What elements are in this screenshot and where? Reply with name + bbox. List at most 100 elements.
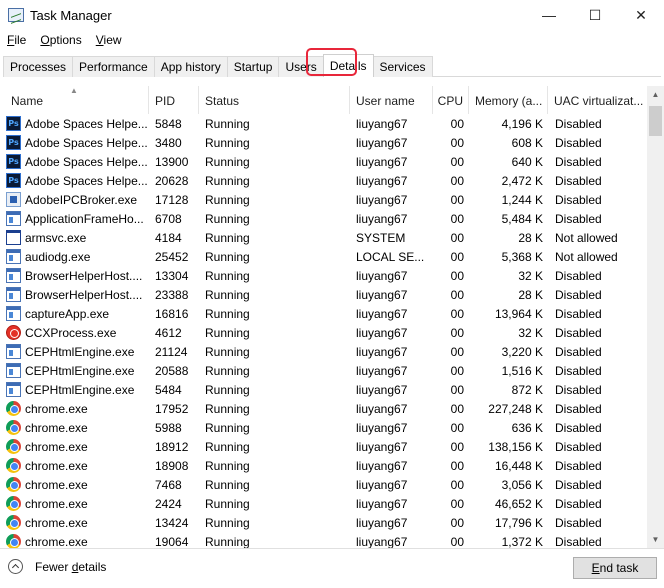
table-row[interactable]: chrome.exe 13424 Running liuyang67 00 17,796 … bbox=[3, 513, 647, 532]
minimize-button[interactable]: — bbox=[526, 0, 572, 30]
menu-file[interactable]: File bbox=[0, 31, 33, 51]
process-status: Running bbox=[205, 250, 250, 264]
process-pid: 13304 bbox=[155, 269, 189, 283]
column-header-memory[interactable]: Memory (a... bbox=[469, 86, 548, 114]
table-row[interactable]: chrome.exe 18912 Running liuyang67 00 138,156… bbox=[3, 437, 647, 456]
process-memory: 2,472 K bbox=[501, 174, 543, 188]
table-row[interactable]: CCXProcess.exe 4612 Running liuyang67 00 32 K… bbox=[3, 323, 647, 342]
process-status: Running bbox=[205, 193, 250, 207]
table-row[interactable]: chrome.exe 17952 Running liuyang67 00 227,248… bbox=[3, 399, 647, 418]
scrollbar-thumb[interactable] bbox=[649, 106, 662, 136]
process-pid: 3480 bbox=[155, 136, 182, 150]
close-button[interactable]: ✕ bbox=[618, 0, 664, 30]
process-status: Running bbox=[205, 516, 250, 530]
tab-services[interactable]: Services bbox=[372, 56, 433, 77]
table-row[interactable]: CEPHtmlEngine.exe 21124 Running liuyang67 00… bbox=[3, 342, 647, 361]
table-row[interactable]: BrowserHelperHost.... 23388 Running liuyang… bbox=[3, 285, 647, 304]
table-row[interactable]: audiodg.exe 25452 Running LOCAL SE... 00 5,36… bbox=[3, 247, 647, 266]
process-user: liuyang67 bbox=[356, 174, 408, 188]
table-row[interactable]: armsvc.exe 4184 Running SYSTEM 00 28 K Not all… bbox=[3, 228, 647, 247]
maximize-button[interactable]: ☐ bbox=[572, 0, 618, 30]
table-row[interactable]: chrome.exe 7468 Running liuyang67 00 3,056 K D… bbox=[3, 475, 647, 494]
process-cpu: 00 bbox=[450, 117, 464, 131]
process-pid: 23388 bbox=[155, 288, 189, 302]
table-row[interactable]: CEPHtmlEngine.exe 5484 Running liuyang67 00 8… bbox=[3, 380, 647, 399]
chevron-up-circle-icon bbox=[8, 559, 23, 574]
vertical-scrollbar[interactable]: ▲ ▼ bbox=[647, 86, 664, 548]
table-row[interactable]: CEPHtmlEngine.exe 20588 Running liuyang67 00… bbox=[3, 361, 647, 380]
table-row[interactable]: ApplicationFrameHo... 6708 Running liuyang6… bbox=[3, 209, 647, 228]
process-cpu: 00 bbox=[450, 155, 464, 169]
process-cpu: 00 bbox=[450, 421, 464, 435]
process-user: liuyang67 bbox=[356, 440, 408, 454]
process-pid: 18912 bbox=[155, 440, 189, 454]
table-row[interactable]: Ps Adobe Spaces Helpe... 20628 Running liuya… bbox=[3, 171, 647, 190]
process-name: Adobe Spaces Helpe... bbox=[25, 136, 148, 150]
scroll-down-icon[interactable]: ▼ bbox=[647, 531, 664, 548]
table-row[interactable]: Ps Adobe Spaces Helpe... 3480 Running liuyan… bbox=[3, 133, 647, 152]
process-user: liuyang67 bbox=[356, 269, 408, 283]
process-cpu: 00 bbox=[450, 364, 464, 378]
process-uac: Disabled bbox=[555, 497, 602, 511]
tab-startup[interactable]: Startup bbox=[226, 56, 280, 77]
table-row[interactable]: chrome.exe 5988 Running liuyang67 00 636 K Dis… bbox=[3, 418, 647, 437]
tab-processes[interactable]: Processes bbox=[3, 56, 74, 77]
process-cpu: 00 bbox=[450, 516, 464, 530]
process-memory: 3,056 K bbox=[501, 478, 543, 492]
window-app-icon bbox=[6, 363, 21, 378]
process-memory: 138,156 K bbox=[488, 440, 543, 454]
process-status: Running bbox=[205, 459, 250, 473]
service-window-icon bbox=[6, 230, 21, 245]
process-memory: 608 K bbox=[511, 136, 543, 150]
process-uac: Disabled bbox=[555, 383, 602, 397]
process-user: liuyang67 bbox=[356, 535, 408, 548]
table-row[interactable]: BrowserHelperHost.... 13304 Running liuyang… bbox=[3, 266, 647, 285]
table-row[interactable]: Ps Adobe Spaces Helpe... 13900 Running liuya… bbox=[3, 152, 647, 171]
scroll-up-icon[interactable]: ▲ bbox=[647, 86, 664, 103]
menu-view[interactable]: View bbox=[89, 31, 129, 51]
menu-options[interactable]: Options bbox=[33, 31, 88, 51]
process-user: liuyang67 bbox=[356, 326, 408, 340]
process-cpu: 00 bbox=[450, 478, 464, 492]
tab-performance[interactable]: Performance bbox=[72, 56, 155, 77]
column-header-uac[interactable]: UAC virtualizat... bbox=[548, 86, 647, 114]
process-cpu: 00 bbox=[450, 288, 464, 302]
column-header-cpu[interactable]: CPU bbox=[433, 86, 469, 114]
process-name: chrome.exe bbox=[25, 478, 88, 492]
process-memory: 32 K bbox=[518, 326, 543, 340]
process-status: Running bbox=[205, 136, 250, 150]
process-uac: Disabled bbox=[555, 269, 602, 283]
process-table: Name ▲ PID Status User name CPU Memory (a… bbox=[3, 86, 647, 548]
process-cpu: 00 bbox=[450, 250, 464, 264]
process-pid: 4612 bbox=[155, 326, 182, 340]
column-header-user-name[interactable]: User name bbox=[350, 86, 433, 114]
process-pid: 5484 bbox=[155, 383, 182, 397]
process-status: Running bbox=[205, 326, 250, 340]
fewer-details-link[interactable]: Fewer details bbox=[8, 559, 106, 574]
table-row[interactable]: chrome.exe 19064 Running liuyang67 00 1,372 K… bbox=[3, 532, 647, 548]
chrome-icon bbox=[6, 477, 21, 492]
tab-users[interactable]: Users bbox=[278, 56, 324, 77]
process-user: liuyang67 bbox=[356, 307, 408, 321]
table-row[interactable]: AdobeIPCBroker.exe 17128 Running liuyang67 0… bbox=[3, 190, 647, 209]
process-user: SYSTEM bbox=[356, 231, 406, 245]
table-row[interactable]: Ps Adobe Spaces Helpe... 5848 Running liuyan… bbox=[3, 114, 647, 133]
process-uac: Disabled bbox=[555, 535, 602, 548]
process-cpu: 00 bbox=[450, 193, 464, 207]
column-header-name[interactable]: Name ▲ bbox=[3, 86, 149, 114]
table-row[interactable]: chrome.exe 18908 Running liuyang67 00 16,448 … bbox=[3, 456, 647, 475]
creative-cloud-icon bbox=[6, 325, 21, 340]
end-task-button[interactable]: End task bbox=[573, 557, 657, 579]
process-pid: 2424 bbox=[155, 497, 182, 511]
window-title: Task Manager bbox=[30, 8, 112, 23]
process-name: CCXProcess.exe bbox=[25, 326, 117, 340]
process-memory: 16,448 K bbox=[494, 459, 543, 473]
tab-app-history[interactable]: App history bbox=[153, 56, 228, 77]
process-pid: 13900 bbox=[155, 155, 189, 169]
process-uac: Not allowed bbox=[555, 250, 618, 264]
tab-details[interactable]: Details bbox=[322, 54, 374, 77]
column-header-pid[interactable]: PID bbox=[149, 86, 199, 114]
column-header-status[interactable]: Status bbox=[199, 86, 350, 114]
table-row[interactable]: captureApp.exe 16816 Running liuyang67 00 13,… bbox=[3, 304, 647, 323]
table-row[interactable]: chrome.exe 2424 Running liuyang67 00 46,652 K… bbox=[3, 494, 647, 513]
